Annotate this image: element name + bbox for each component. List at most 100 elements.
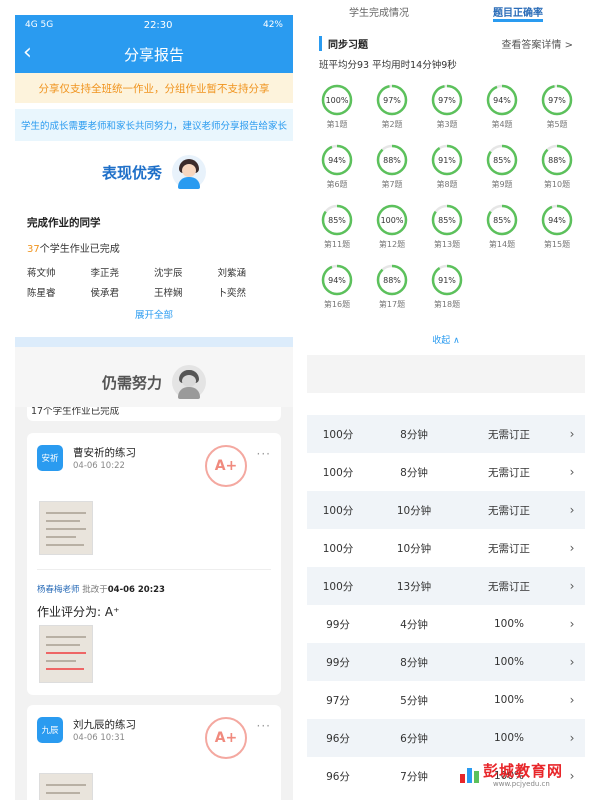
result-rows: 100分 8分钟 无需订正 › 100分 8分钟 无需订正 › 100分 10分钟 无需订正 › 100… — [307, 415, 585, 795]
work-title: 曹安祈的练习 — [73, 447, 136, 459]
table-row[interactable]: 99分 8分钟 100% › — [307, 643, 585, 681]
card-divider — [37, 569, 271, 570]
question-rate-item[interactable]: 97% 第2题 — [372, 83, 412, 130]
question-rate-item[interactable]: 91% 第8题 — [427, 143, 467, 190]
question-rate-item[interactable]: 91% 第18题 — [427, 263, 467, 310]
row-score: 100分 — [322, 466, 354, 479]
expand-all-link[interactable]: 展开全部 — [15, 307, 293, 321]
row-score: 99分 — [326, 618, 350, 631]
row-time: 13分钟 — [396, 580, 432, 593]
teacher-name: 杨春梅老师 — [37, 585, 80, 595]
rate-ring: 85% — [486, 144, 518, 176]
rate-ring: 88% — [376, 144, 408, 176]
more-icon[interactable]: ··· — [257, 447, 271, 461]
table-row[interactable]: 100分 13分钟 无需订正 › — [307, 567, 585, 605]
row-status: 100% — [493, 618, 525, 630]
work-date: 04-06 10:31 — [73, 733, 125, 743]
homework-photo[interactable] — [39, 501, 93, 555]
page-title: 分享报告 — [123, 45, 184, 64]
chevron-right-icon[interactable]: › — [559, 427, 585, 441]
question-rate-item[interactable]: 94% 第16题 — [317, 263, 357, 310]
row-score: 99分 — [326, 656, 350, 669]
question-rate-item[interactable]: 88% 第7题 — [372, 143, 412, 190]
practice-title: 同步习题 — [319, 36, 368, 51]
question-label: 第13题 — [433, 240, 461, 249]
chevron-right-icon[interactable]: › — [559, 693, 585, 707]
work-date: 04-06 10:22 — [73, 461, 125, 471]
row-score: 100分 — [322, 542, 354, 555]
question-rate-item[interactable]: 85% 第13题 — [427, 203, 467, 250]
student-work-list: 17个学生作业已完成 安祈 曹安祈的练习 04-06 10:22 A+ ··· … — [15, 407, 293, 800]
question-label: 第18题 — [433, 300, 461, 309]
question-rate-item[interactable]: 97% 第5题 — [537, 83, 577, 130]
work-card[interactable]: 九辰 刘九辰的练习 04-06 10:31 A+ ··· — [27, 705, 281, 800]
table-row[interactable]: 100分 10分钟 无需订正 › — [307, 529, 585, 567]
needs-work-label: 仍需努力 — [101, 373, 162, 392]
avatar: 九辰 — [37, 717, 63, 743]
chevron-right-icon[interactable]: › — [559, 503, 585, 517]
row-status: 无需订正 — [488, 466, 530, 479]
chevron-right-icon[interactable]: › — [559, 655, 585, 669]
question-label: 第17题 — [378, 300, 406, 309]
chevron-right-icon[interactable]: › — [559, 617, 585, 631]
question-rate-item[interactable]: 94% 第4题 — [482, 83, 522, 130]
question-rate-item[interactable]: 100% 第1题 — [317, 83, 357, 130]
question-rate-item[interactable]: 94% 第15题 — [537, 203, 577, 250]
collapse-link[interactable]: 收起 ∧ — [307, 333, 585, 346]
back-icon[interactable]: ‹ — [23, 41, 32, 65]
rate-ring: 94% — [541, 204, 573, 236]
row-status: 100% — [493, 656, 525, 668]
table-row[interactable]: 100分 10分钟 无需订正 › — [307, 491, 585, 529]
row-score: 100分 — [322, 504, 354, 517]
question-rate-item[interactable]: 85% 第9题 — [482, 143, 522, 190]
question-rate-item[interactable]: 88% 第17题 — [372, 263, 412, 310]
homework-photo[interactable] — [39, 773, 93, 800]
rate-value: 85% — [328, 216, 346, 225]
practice-summary: 班平均分93 平均用时14分钟9秒 — [319, 60, 457, 71]
rate-value: 88% — [548, 156, 566, 165]
question-rate-item[interactable]: 85% 第14题 — [482, 203, 522, 250]
chevron-right-icon[interactable]: › — [559, 579, 585, 593]
watermark: 彭城教育网 www.pcjyedu.cn — [459, 758, 571, 792]
question-label: 第14题 — [488, 240, 516, 249]
question-label: 第8题 — [436, 180, 458, 189]
more-icon[interactable]: ··· — [257, 719, 271, 733]
signal-text: 4G 5G — [25, 20, 54, 30]
question-rate-item[interactable]: 88% 第10题 — [537, 143, 577, 190]
grade-stamp-icon: A+ — [205, 717, 247, 759]
table-row[interactable]: 97分 5分钟 100% › — [307, 681, 585, 719]
question-grid: 100% 第1题 97% 第2题 97% 第3题 94% 第4题 97% 第5题 94% 第6题 88%… — [307, 79, 585, 349]
tab-completion[interactable]: 学生完成情况 — [349, 0, 409, 22]
rate-ring: 97% — [431, 84, 463, 116]
question-rate-item[interactable]: 97% 第3题 — [427, 83, 467, 130]
rate-value: 85% — [493, 156, 511, 165]
rate-value: 97% — [383, 96, 401, 105]
corrected-photo[interactable] — [39, 625, 93, 683]
question-rate-item[interactable]: 100% 第12题 — [372, 203, 412, 250]
rate-ring: 88% — [541, 144, 573, 176]
table-row[interactable]: 100分 8分钟 无需订正 › — [307, 453, 585, 491]
question-accuracy-panel: 学生完成情况 题目正确率 同步习题 查看答案详情 > 班平均分93 平均用时14… — [307, 0, 585, 393]
table-row[interactable]: 100分 8分钟 无需订正 › — [307, 415, 585, 453]
question-label: 第15题 — [543, 240, 571, 249]
chevron-right-icon[interactable]: › — [559, 465, 585, 479]
question-label: 第7题 — [381, 180, 403, 189]
question-rate-item[interactable]: 94% 第6题 — [317, 143, 357, 190]
rate-ring: 85% — [321, 204, 353, 236]
chevron-right-icon[interactable]: › — [559, 731, 585, 745]
table-row[interactable]: 96分 6分钟 100% › — [307, 719, 585, 757]
table-row[interactable]: 99分 4分钟 100% › — [307, 605, 585, 643]
chevron-right-icon[interactable]: › — [559, 541, 585, 555]
work-card[interactable]: 安祈 曹安祈的练习 04-06 10:22 A+ ··· 杨春梅老师 批改于04… — [27, 433, 281, 695]
rate-value: 85% — [493, 216, 511, 225]
score-label: 作业评分为: — [37, 605, 102, 619]
question-rate-item[interactable]: 85% 第11题 — [317, 203, 357, 250]
rate-value: 91% — [438, 156, 456, 165]
tab-accuracy[interactable]: 题目正确率 — [493, 0, 543, 22]
row-time: 7分钟 — [400, 770, 428, 783]
student-name: 李正尧 — [90, 268, 120, 279]
corrected-label: 批改于 — [82, 585, 108, 595]
row-time: 4分钟 — [400, 618, 428, 631]
completed-count-number: 37 — [27, 244, 40, 255]
answer-detail-link[interactable]: 查看答案详情 > — [501, 36, 573, 51]
